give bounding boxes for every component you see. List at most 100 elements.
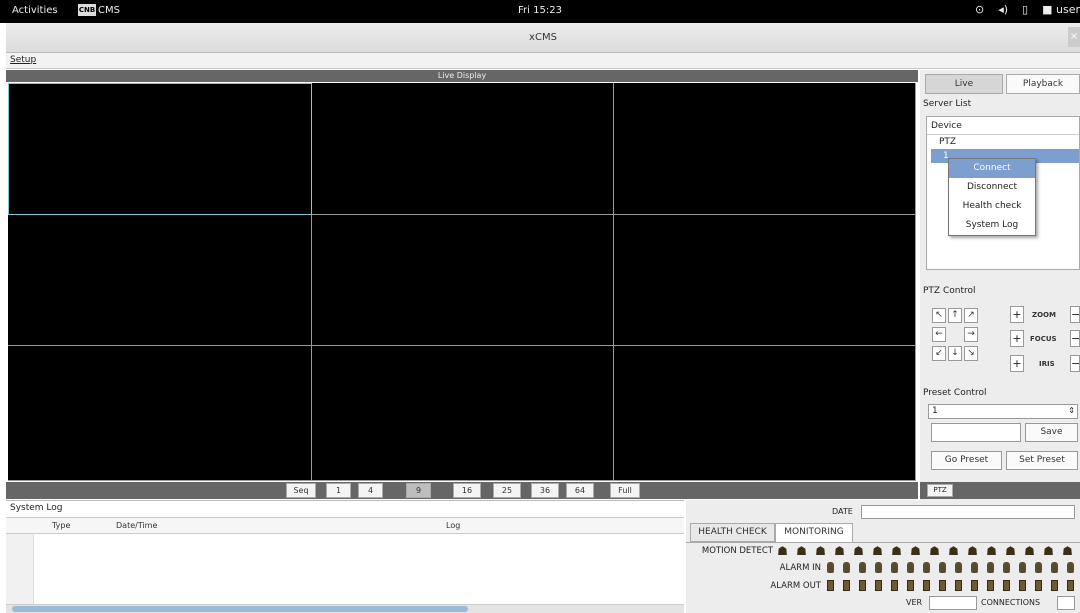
layout-button-1[interactable]: 1: [326, 483, 351, 498]
ptz-right-icon[interactable]: →: [964, 327, 978, 342]
preset-select[interactable]: 1 ⇕: [928, 404, 1078, 419]
layout-button-25[interactable]: 25: [493, 483, 521, 498]
layout-button-9[interactable]: 9: [406, 483, 431, 498]
alarm-out-icon: [923, 580, 930, 591]
alarm-out-icon: [1003, 580, 1010, 591]
video-cell[interactable]: [8, 215, 312, 346]
row-label: MOTION DETECT: [701, 546, 773, 556]
column-datetime[interactable]: Date/Time: [116, 521, 157, 530]
device-context-menu: Connect Disconnect Health check System Log: [948, 158, 1036, 236]
alarm-out-icon: [955, 580, 962, 591]
alarm-out-icon: [971, 580, 978, 591]
iris-minus-button[interactable]: −: [1070, 355, 1080, 372]
video-cell[interactable]: [312, 83, 614, 215]
scrollbar-thumb[interactable]: [12, 606, 468, 612]
alarm-out-icon: [843, 580, 850, 591]
motion-icon: ☗: [1062, 544, 1073, 558]
video-cell[interactable]: [312, 346, 614, 481]
alarm-in-icon: [827, 562, 834, 573]
ptz-left-icon[interactable]: ←: [932, 327, 946, 342]
user-name: user: [1056, 3, 1080, 16]
connections-field[interactable]: [1057, 596, 1075, 610]
motion-icon: ☗: [948, 544, 959, 558]
save-button[interactable]: Save: [1025, 423, 1078, 442]
spinner-icon: ⇕: [1068, 406, 1075, 415]
menu-setup[interactable]: Setup: [10, 55, 36, 65]
system-log-title: System Log: [10, 503, 63, 513]
layout-button-full[interactable]: Full: [610, 483, 640, 498]
server-list-label: Server List: [923, 99, 972, 109]
log-horizontal-scrollbar[interactable]: [6, 604, 684, 613]
alarm-out-icon: [1019, 580, 1026, 591]
set-preset-button[interactable]: Set Preset: [1006, 451, 1078, 470]
motion-icon: ☗: [910, 544, 921, 558]
tab-playback[interactable]: Playback: [1006, 74, 1080, 94]
focus-minus-button[interactable]: −: [1070, 330, 1080, 347]
app-menu[interactable]: CNB CMS: [78, 4, 120, 16]
date-field[interactable]: [861, 505, 1075, 519]
right-panel: Live Playback Server List Device PTZ 1 P…: [920, 70, 1080, 500]
alarm-in-icon: [875, 562, 882, 573]
clock[interactable]: Fri 15:23: [510, 5, 570, 16]
tab-health-check[interactable]: HEALTH CHECK: [690, 523, 775, 542]
tab-live[interactable]: Live: [925, 74, 1003, 94]
alarm-in-icon: [987, 562, 994, 573]
motion-detect-row: MOTION DETECT ☗ ☗ ☗ ☗ ☗ ☗ ☗ ☗ ☗ ☗ ☗ ☗ ☗ ☗ ☗ ☗: [702, 544, 1080, 558]
date-label: DATE: [832, 507, 853, 516]
alarm-out-icon: [827, 580, 834, 591]
ptz-up-right-icon[interactable]: ↗: [964, 308, 978, 323]
menu-item-connect[interactable]: Connect: [949, 159, 1035, 178]
video-cell[interactable]: [614, 83, 916, 215]
focus-plus-button[interactable]: +: [1010, 330, 1024, 347]
menu-item-disconnect[interactable]: Disconnect: [949, 178, 1035, 197]
ptz-down-right-icon[interactable]: ↘: [964, 346, 978, 361]
alarm-in-icon: [971, 562, 978, 573]
row-label: ALARM IN: [779, 562, 821, 573]
layout-button-4[interactable]: 4: [358, 483, 383, 498]
layout-button-36[interactable]: 36: [531, 483, 559, 498]
video-cell[interactable]: [614, 215, 916, 346]
activities-button[interactable]: Activities: [12, 5, 58, 16]
user-menu[interactable]: ■ user: [1042, 3, 1080, 16]
ptz-down-left-icon[interactable]: ↙: [932, 346, 946, 361]
alarm-in-icon: [939, 562, 946, 573]
video-cell[interactable]: [8, 83, 312, 215]
ver-field[interactable]: [929, 596, 977, 610]
menu-item-system-log[interactable]: System Log: [949, 216, 1035, 235]
column-type[interactable]: Type: [52, 521, 70, 530]
row-label: ALARM OUT: [770, 580, 821, 591]
ptz-down-icon[interactable]: ↓: [948, 346, 962, 361]
device-item-ptz[interactable]: PTZ: [927, 135, 1079, 149]
alarm-out-icon: [1051, 580, 1058, 591]
ptz-up-icon[interactable]: ↑: [948, 308, 962, 323]
layout-button-16[interactable]: 16: [453, 483, 481, 498]
iris-plus-button[interactable]: +: [1010, 355, 1024, 372]
motion-icon: ☗: [872, 544, 883, 558]
close-icon[interactable]: ×: [1068, 27, 1080, 47]
ptz-up-left-icon[interactable]: ↖: [932, 308, 946, 323]
menu-item-health-check[interactable]: Health check: [949, 197, 1035, 216]
video-cell[interactable]: [8, 346, 312, 481]
window-titlebar: xCMS ×: [6, 23, 1080, 53]
volume-icon[interactable]: ◂): [998, 3, 1008, 16]
preset-select-value: 1: [932, 406, 938, 416]
layout-button-64[interactable]: 64: [566, 483, 594, 498]
motion-icon: ☗: [796, 544, 807, 558]
device-column-header[interactable]: Device: [927, 117, 1079, 135]
alarm-out-icon: [859, 580, 866, 591]
zoom-minus-button[interactable]: −: [1070, 306, 1080, 323]
network-icon[interactable]: ⊙: [975, 3, 984, 16]
tab-monitoring[interactable]: MONITORING: [775, 523, 853, 542]
live-display-header: Live Display: [6, 70, 918, 82]
user-icon: ■: [1042, 3, 1053, 16]
video-cell[interactable]: [614, 346, 916, 481]
preset-name-input[interactable]: [931, 423, 1021, 442]
zoom-plus-button[interactable]: +: [1010, 306, 1024, 323]
go-preset-button[interactable]: Go Preset: [931, 451, 1002, 470]
ptz-toggle-button[interactable]: PTZ: [927, 484, 953, 497]
motion-icon: ☗: [1024, 544, 1035, 558]
video-cell[interactable]: [312, 215, 614, 346]
layout-button-seq[interactable]: Seq: [286, 483, 316, 498]
battery-icon[interactable]: ▯: [1022, 3, 1028, 16]
column-log[interactable]: Log: [446, 521, 460, 530]
